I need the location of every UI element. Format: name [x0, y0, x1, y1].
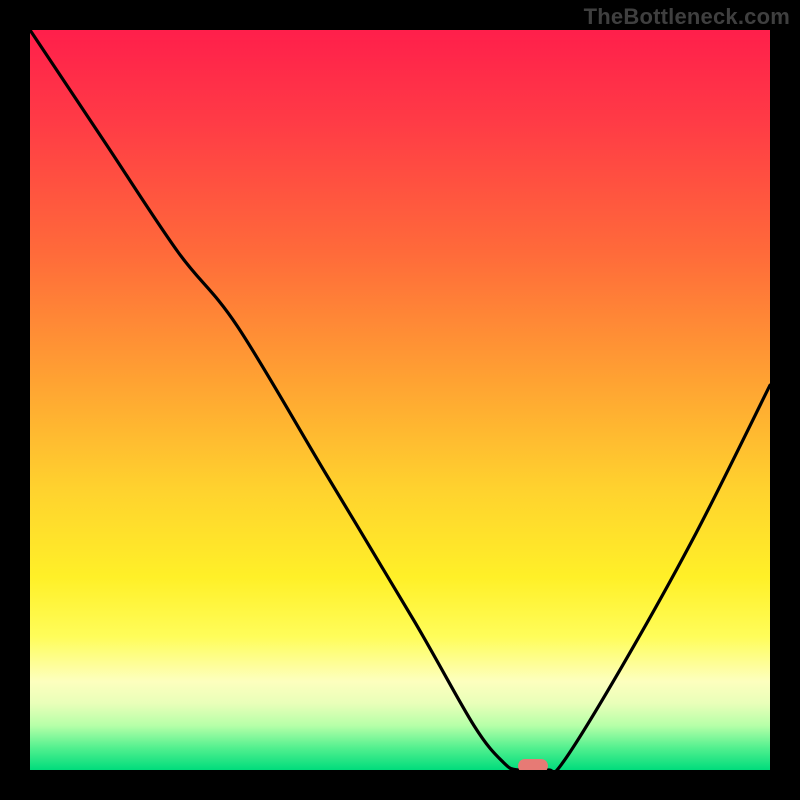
- watermark-text: TheBottleneck.com: [584, 4, 790, 30]
- curve-layer: [30, 30, 770, 770]
- chart-frame: TheBottleneck.com: [0, 0, 800, 800]
- optimal-marker: [518, 759, 548, 770]
- bottleneck-curve: [30, 30, 770, 770]
- plot-area: [30, 30, 770, 770]
